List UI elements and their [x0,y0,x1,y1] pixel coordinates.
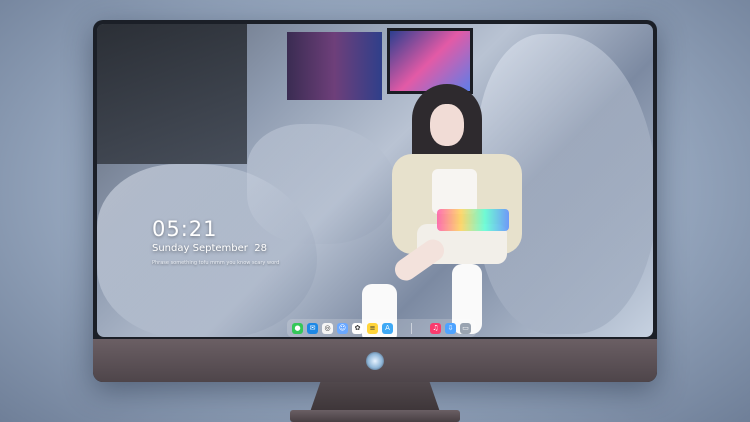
safari-icon[interactable]: ◎ [322,322,333,334]
notes-icon[interactable]: ≡ [367,322,378,334]
monitor-stand-neck [310,382,440,412]
dock-separator [411,322,412,334]
wallpaper-figure [362,84,552,337]
app-store-icon[interactable]: A [382,322,393,334]
monitor: 05:21 Sunday September 28 Phrase somethi… [93,20,657,382]
downloads-icon[interactable]: ⇩ [445,322,456,334]
music-icon[interactable]: ♫ [430,322,441,334]
monitor-stand-base [290,410,460,422]
wallpaper-desk [97,24,247,164]
desktop-screen: 05:21 Sunday September 28 Phrase somethi… [97,24,653,337]
monitor-chin [93,339,657,382]
lock-motto-text: Phrase something tofu mmm you know scary… [152,260,280,266]
lock-clock-time: 05:21 [152,217,218,241]
dock: ● ✉ ◎ ☺ ✿ ≡ A ♫ ⇩ ▭ [287,319,476,337]
mail-icon[interactable]: ✉ [307,322,318,334]
brand-logo-icon [366,352,384,370]
wallpaper-keyboard [437,209,509,231]
photos-icon[interactable]: ✿ [352,322,363,334]
finder-icon[interactable]: ☺ [337,322,348,334]
trash-icon[interactable]: ▭ [460,322,471,334]
lock-clock-date: Sunday September 28 [152,243,267,254]
messages-icon[interactable]: ● [292,322,303,334]
